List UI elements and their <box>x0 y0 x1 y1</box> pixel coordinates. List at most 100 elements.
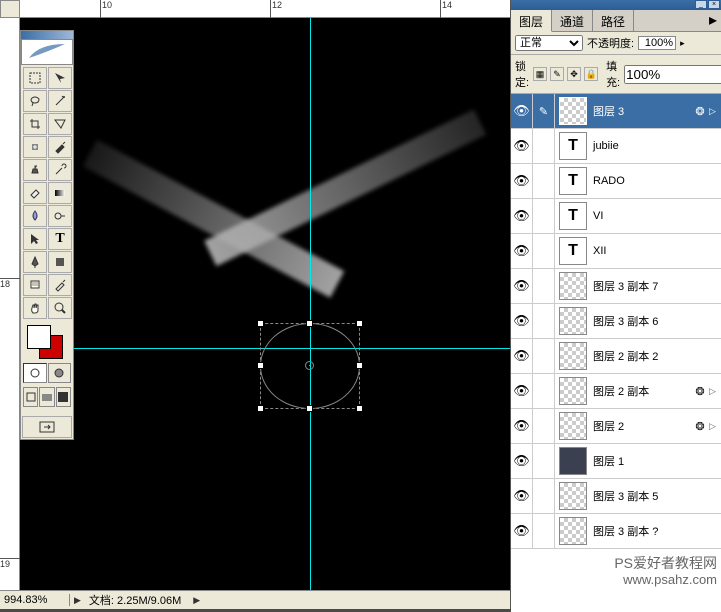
layer-name-label[interactable]: XII <box>591 245 721 257</box>
healing-brush-tool[interactable] <box>23 136 47 158</box>
layer-link-toggle[interactable] <box>533 269 555 303</box>
layers-list[interactable]: 👁✎图层 3❂▷👁Tjubiie👁TRADO👁TVI👁TXII👁图层 3 副本 … <box>511 94 721 612</box>
magic-wand-tool[interactable] <box>48 90 72 112</box>
layer-visibility-toggle[interactable]: 👁 <box>511 514 533 548</box>
move-tool[interactable] <box>48 67 72 89</box>
type-tool[interactable]: T <box>48 228 72 250</box>
layer-row[interactable]: 👁图层 1 <box>511 444 721 479</box>
guide-vertical[interactable] <box>310 18 311 590</box>
toolbox-titlebar[interactable] <box>21 31 73 39</box>
screen-mode-standard[interactable] <box>23 387 38 407</box>
canvas[interactable] <box>20 18 510 590</box>
lock-transparency-button[interactable]: ▦ <box>533 67 547 81</box>
tab-channels[interactable]: 通道 <box>552 10 593 31</box>
transform-handle-br[interactable] <box>356 405 363 412</box>
path-selection-tool[interactable] <box>23 228 47 250</box>
crop-tool[interactable] <box>23 113 47 135</box>
text-layer-thumb[interactable]: T <box>559 202 587 230</box>
transform-handle-mr[interactable] <box>356 362 363 369</box>
layer-name-label[interactable]: 图层 3 副本 7 <box>591 278 721 294</box>
layer-name-label[interactable]: 图层 3 副本 5 <box>591 488 721 504</box>
layer-visibility-toggle[interactable]: 👁 <box>511 199 533 233</box>
blend-mode-select[interactable]: 正常 <box>515 35 583 51</box>
layer-thumb[interactable] <box>559 307 587 335</box>
standard-mode-button[interactable] <box>23 363 47 383</box>
layer-row[interactable]: 👁图层 2 副本 2 <box>511 339 721 374</box>
layer-visibility-toggle[interactable]: 👁 <box>511 94 533 128</box>
zoom-level[interactable]: 994.83% <box>0 594 70 606</box>
opacity-input[interactable] <box>638 36 676 50</box>
hand-tool[interactable] <box>23 297 47 319</box>
layer-name-label[interactable]: 图层 2 副本 2 <box>591 348 721 364</box>
layer-thumb[interactable] <box>559 517 587 545</box>
layer-visibility-toggle[interactable]: 👁 <box>511 479 533 513</box>
layer-link-toggle[interactable] <box>533 514 555 548</box>
tab-layers[interactable]: 图层 <box>511 10 552 32</box>
transform-handle-bm[interactable] <box>306 405 313 412</box>
zoom-tool[interactable] <box>48 297 72 319</box>
layer-thumb[interactable] <box>559 447 587 475</box>
layer-name-label[interactable]: 图层 3 <box>591 103 691 119</box>
gradient-tool[interactable] <box>48 182 72 204</box>
layer-visibility-toggle[interactable]: 👁 <box>511 164 533 198</box>
layer-expand-arrow-icon[interactable]: ▷ <box>709 386 721 397</box>
text-layer-thumb[interactable]: T <box>559 167 587 195</box>
layer-thumb[interactable] <box>559 377 587 405</box>
blur-tool[interactable] <box>23 205 47 227</box>
layer-visibility-toggle[interactable]: 👁 <box>511 129 533 163</box>
layer-row[interactable]: 👁TRADO <box>511 164 721 199</box>
layer-visibility-toggle[interactable]: 👁 <box>511 409 533 443</box>
slice-tool[interactable] <box>48 113 72 135</box>
layer-link-toggle[interactable] <box>533 199 555 233</box>
layer-row[interactable]: 👁图层 3 副本 6 <box>511 304 721 339</box>
layer-expand-arrow-icon[interactable]: ▷ <box>709 106 721 117</box>
layer-row[interactable]: 👁 图层 3 副本 7 <box>511 269 721 304</box>
history-brush-tool[interactable] <box>48 159 72 181</box>
clone-stamp-tool[interactable] <box>23 159 47 181</box>
layer-name-label[interactable]: 图层 1 <box>591 453 721 469</box>
marquee-tool[interactable] <box>23 67 47 89</box>
lock-all-button[interactable]: 🔒 <box>584 67 598 81</box>
layer-thumb[interactable] <box>559 272 587 300</box>
ruler-vertical[interactable]: 18 19 <box>0 18 20 593</box>
layer-link-toggle[interactable]: ✎ <box>533 94 555 128</box>
layer-visibility-toggle[interactable]: 👁 <box>511 374 533 408</box>
layer-link-toggle[interactable] <box>533 304 555 338</box>
transform-handle-tm[interactable] <box>306 320 313 327</box>
layer-name-label[interactable]: VI <box>591 210 721 222</box>
transform-bounding-box[interactable] <box>260 323 360 409</box>
layer-row[interactable]: 👁图层 3 副本 ? <box>511 514 721 549</box>
layer-visibility-toggle[interactable]: 👁 <box>511 269 533 303</box>
text-layer-thumb[interactable]: T <box>559 132 587 160</box>
foreground-color-swatch[interactable] <box>27 325 51 349</box>
lock-position-button[interactable]: ✥ <box>567 67 581 81</box>
panel-menu-button[interactable]: ▸ <box>705 10 721 31</box>
opacity-arrow-icon[interactable]: ▸ <box>680 38 685 49</box>
layer-link-toggle[interactable] <box>533 234 555 268</box>
transform-handle-ml[interactable] <box>257 362 264 369</box>
screen-mode-full-menubar[interactable] <box>39 387 54 407</box>
layer-row[interactable]: 👁✎图层 3❂▷ <box>511 94 721 129</box>
notes-tool[interactable] <box>23 274 47 296</box>
ruler-horizontal[interactable]: 10 12 14 <box>20 0 510 18</box>
layer-thumb[interactable] <box>559 97 587 125</box>
layer-name-label[interactable]: 图层 3 副本 6 <box>591 313 721 329</box>
layer-link-toggle[interactable] <box>533 164 555 198</box>
panel-titlebar[interactable]: _ × <box>511 0 721 10</box>
transform-handle-tl[interactable] <box>257 320 264 327</box>
layer-row[interactable]: 👁TXII <box>511 234 721 269</box>
layer-name-label[interactable]: jubiie <box>591 140 721 152</box>
layer-row[interactable]: 👁图层 2❂▷ <box>511 409 721 444</box>
transform-handle-tr[interactable] <box>356 320 363 327</box>
transform-center-point[interactable] <box>305 361 314 370</box>
panel-close-button[interactable]: × <box>708 0 720 9</box>
layer-thumb[interactable] <box>559 412 587 440</box>
fill-input[interactable] <box>624 65 721 84</box>
transform-handle-bl[interactable] <box>257 405 264 412</box>
layer-name-label[interactable]: 图层 2 <box>591 418 691 434</box>
layer-row[interactable]: 👁 T VI <box>511 199 721 234</box>
layer-thumb[interactable] <box>559 482 587 510</box>
screen-mode-full[interactable] <box>56 387 71 407</box>
dodge-tool[interactable] <box>48 205 72 227</box>
layer-link-toggle[interactable] <box>533 409 555 443</box>
